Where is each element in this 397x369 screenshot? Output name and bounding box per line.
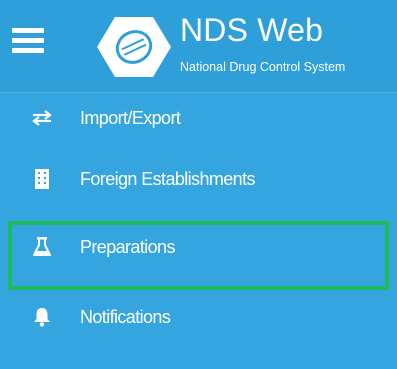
menu-item-notifications[interactable]: Notifications	[0, 291, 397, 357]
building-icon	[32, 169, 52, 189]
app-header: NDS Web National Drug Control System	[0, 0, 397, 93]
exchange-arrows-icon	[32, 108, 52, 128]
menu-item-label: Preparations	[80, 237, 175, 257]
menu-item-import-export[interactable]: Import/Export	[0, 92, 397, 158]
bell-icon	[32, 307, 52, 327]
sidebar-nav: NDS Web National Drug Control System Imp…	[0, 0, 397, 369]
hamburger-menu-icon[interactable]	[12, 28, 44, 54]
menu-item-label: Foreign Establishments	[80, 169, 255, 189]
app-title: NDS Web	[180, 12, 324, 48]
app-subtitle: National Drug Control System	[180, 60, 346, 74]
flask-icon	[32, 237, 52, 257]
menu-item-label: Notifications	[80, 307, 171, 327]
menu-item-foreign-establishments[interactable]: Foreign Establishments	[0, 153, 397, 219]
menu-item-preparations[interactable]: Preparations	[0, 221, 397, 287]
menu-item-label: Import/Export	[80, 108, 181, 128]
pill-logo-icon	[97, 17, 171, 77]
